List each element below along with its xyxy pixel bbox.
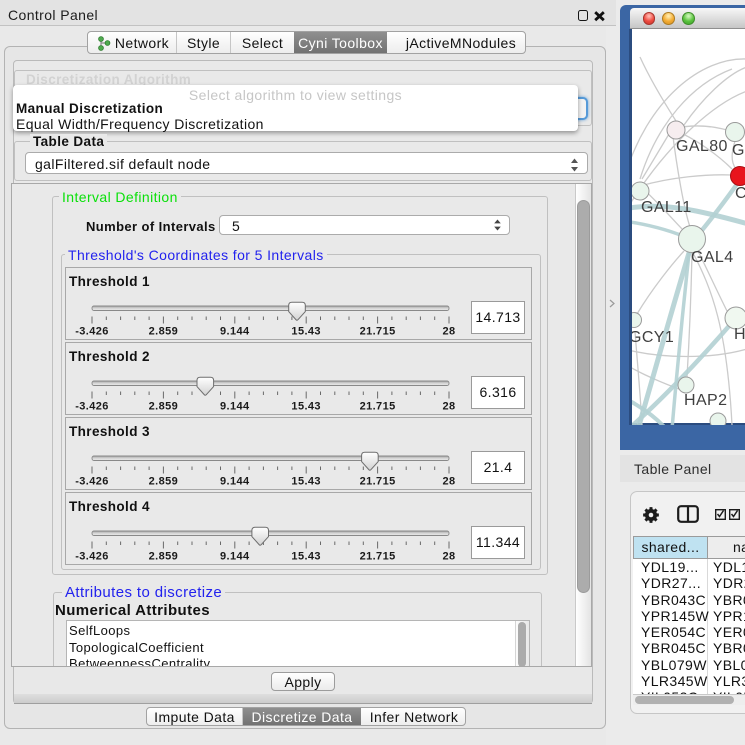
svg-text:9.144: 9.144 (220, 326, 250, 338)
svg-text:HAP2: HAP2 (684, 392, 727, 409)
svg-text:28: 28 (442, 551, 455, 563)
svg-text:H: H (734, 326, 745, 343)
svg-text:-3.426: -3.426 (75, 476, 109, 488)
svg-text:GCY1: GCY1 (632, 329, 674, 346)
svg-text:15.43: 15.43 (291, 326, 321, 338)
svg-text:9.144: 9.144 (220, 551, 250, 563)
svg-text:2.859: 2.859 (149, 401, 179, 413)
svg-text:2.859: 2.859 (149, 476, 179, 488)
svg-text:21.715: 21.715 (360, 476, 396, 488)
svg-text:21.715: 21.715 (360, 326, 396, 338)
svg-text:21.715: 21.715 (360, 401, 396, 413)
svg-text:9.144: 9.144 (220, 401, 250, 413)
svg-text:-3.426: -3.426 (75, 551, 109, 563)
svg-text:-3.426: -3.426 (75, 401, 109, 413)
svg-text:21.715: 21.715 (360, 551, 396, 563)
svg-text:GAL11: GAL11 (641, 199, 692, 216)
svg-text:9.144: 9.144 (220, 476, 250, 488)
svg-text:GAL4: GAL4 (691, 249, 734, 266)
svg-text:28: 28 (442, 476, 455, 488)
svg-text:C: C (735, 185, 745, 202)
svg-text:28: 28 (442, 401, 455, 413)
svg-text:-3.426: -3.426 (75, 326, 109, 338)
svg-text:28: 28 (442, 326, 455, 338)
svg-text:15.43: 15.43 (291, 476, 321, 488)
svg-text:GA: GA (732, 142, 745, 159)
svg-text:2.859: 2.859 (149, 551, 179, 563)
svg-text:15.43: 15.43 (291, 551, 321, 563)
svg-text:15.43: 15.43 (291, 401, 321, 413)
svg-text:2.859: 2.859 (149, 326, 179, 338)
svg-text:GAL80: GAL80 (676, 138, 728, 155)
